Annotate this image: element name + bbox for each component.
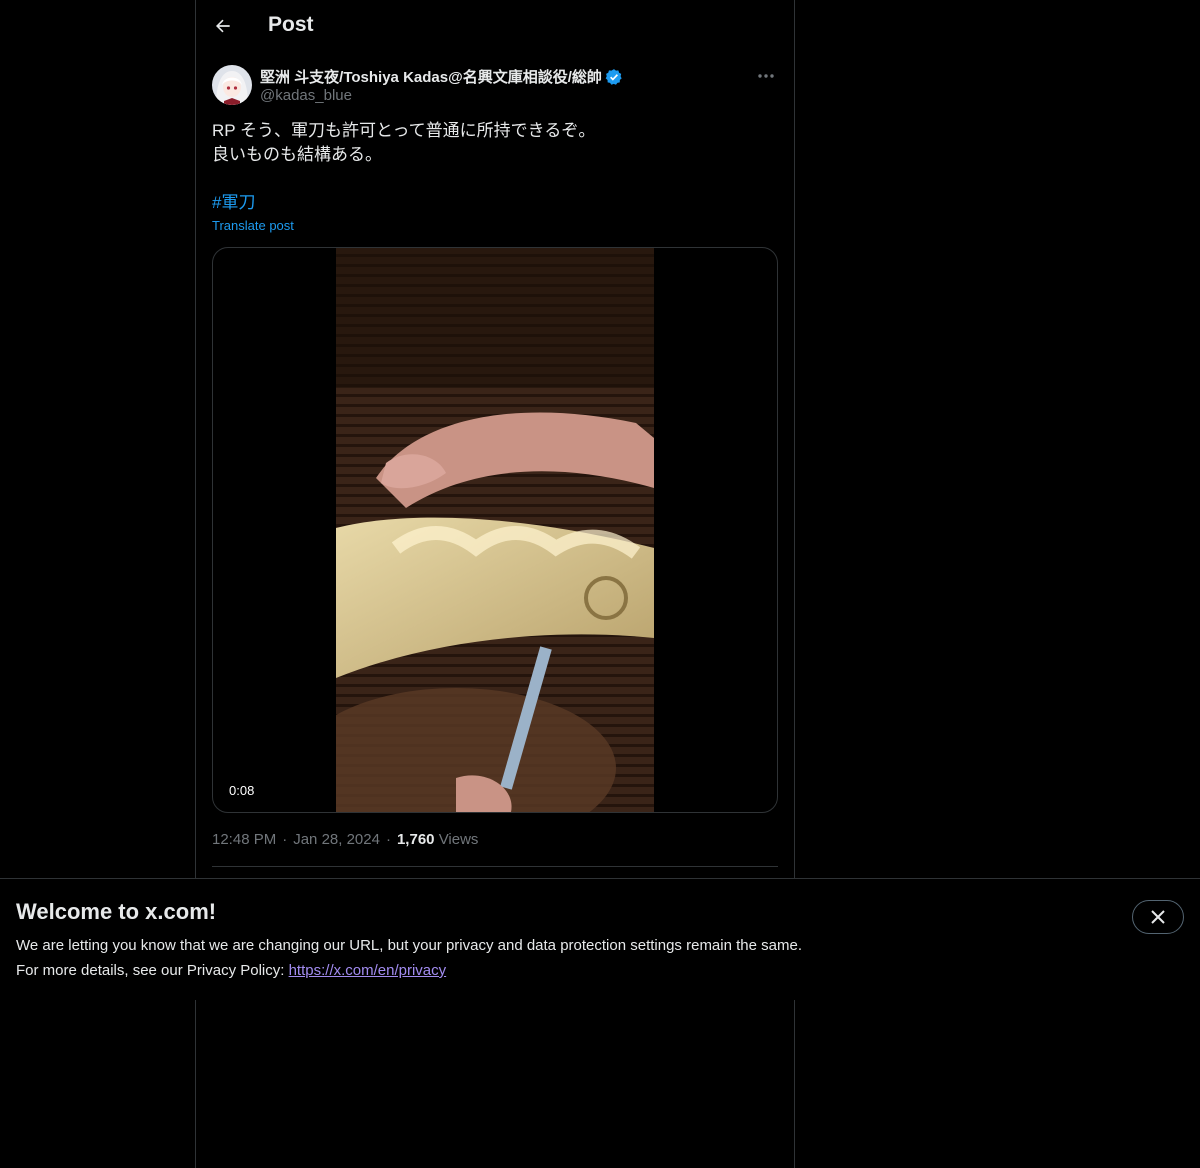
avatar[interactable]	[212, 65, 252, 105]
post-text: RP そう、軍刀も許可とって普通に所持できるぞ。 良いものも結構ある。 #軍刀	[212, 119, 778, 215]
views-count: 1,760	[396, 831, 435, 848]
banner-title: Welcome to x.com!	[16, 899, 217, 924]
post-time[interactable]: 12:48 PM	[212, 831, 276, 848]
welcome-banner: Welcome to x.com! We are letting you kno…	[0, 878, 1200, 1000]
divider	[212, 866, 778, 867]
display-name-text: 堅洲 斗支夜/Toshiya Kadas@名興文庫相談役/総帥	[260, 69, 602, 86]
separator-dot: ·	[282, 831, 288, 848]
views-label: Views	[438, 831, 479, 848]
post-text-line: 良いものも結構ある。	[212, 145, 382, 164]
more-options-button[interactable]	[754, 65, 778, 87]
arrow-left-icon	[216, 19, 230, 33]
close-icon	[1151, 910, 1165, 924]
avatar-image	[212, 65, 252, 105]
post-text-line: RP そう、軍刀も許可とって普通に所持できるぞ。	[212, 121, 596, 140]
video-player[interactable]: 0:08	[212, 247, 778, 813]
post-metadata: 12:48 PM · Jan 28, 2024 · 1,760 Views	[212, 831, 478, 848]
back-button[interactable]	[206, 9, 240, 43]
banner-message: We are letting you know that we are chan…	[16, 937, 802, 954]
page-title: Post	[268, 13, 314, 36]
hashtag-link[interactable]: #軍刀	[212, 193, 255, 212]
privacy-policy-link[interactable]: https://x.com/en/privacy	[289, 962, 447, 979]
post-author: 堅洲 斗支夜/Toshiya Kadas@名興文庫相談役/総帥 @kadas_b…	[212, 65, 778, 107]
handle[interactable]: @kadas_blue	[260, 87, 352, 104]
display-name[interactable]: 堅洲 斗支夜/Toshiya Kadas@名興文庫相談役/総帥	[260, 66, 623, 87]
banner-privacy-line: For more details, see our Privacy Policy…	[16, 962, 446, 979]
separator-dot: ·	[385, 831, 391, 848]
translate-post-link[interactable]: Translate post	[212, 218, 294, 233]
close-banner-button[interactable]	[1132, 900, 1184, 934]
verified-badge-icon	[605, 68, 622, 85]
video-thumbnail	[336, 248, 654, 812]
page-header: Post	[196, 0, 794, 54]
banner-privacy-prefix: For more details, see our Privacy Policy…	[16, 962, 289, 979]
post-date[interactable]: Jan 28, 2024	[293, 831, 380, 848]
video-duration: 0:08	[223, 781, 261, 800]
more-horizontal-icon	[758, 74, 774, 78]
